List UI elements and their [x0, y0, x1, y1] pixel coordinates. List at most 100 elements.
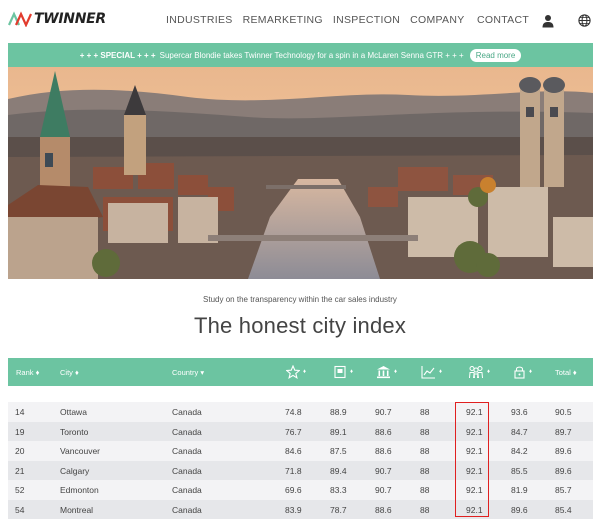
main-nav: INDUSTRIES REMARKETING INSPECTION COMPAN…: [166, 14, 475, 26]
cell-country: Canada: [172, 465, 202, 476]
cell-city: Ottawa: [60, 407, 87, 417]
site-header: TWINNER INDUSTRIES REMARKETING INSPECTIO…: [0, 0, 600, 42]
cell-score: 84.6: [285, 446, 302, 456]
cell-total: 90.5: [555, 407, 572, 417]
book-icon: [334, 365, 346, 379]
cell-score: 85.5: [511, 465, 528, 476]
cell-score: 88: [420, 485, 430, 495]
nav-item-contact[interactable]: CONTACT: [477, 14, 529, 26]
col-header-rank[interactable]: Rank ♦: [16, 368, 39, 377]
table-row[interactable]: 54 Montreal Canada 83.9 78.7 88.6 88 92.…: [8, 499, 593, 519]
lock-icon: [514, 366, 525, 379]
cell-score: 78.7: [330, 504, 347, 515]
logo-mark-icon: [8, 11, 32, 27]
cell-score: 69.6: [285, 485, 302, 495]
cell-city: Edmonton: [60, 485, 99, 495]
nav-item-remarketing[interactable]: REMARKETING: [243, 14, 323, 26]
sort-indicator: ♦: [529, 369, 533, 375]
table-row[interactable]: 52 Edmonton Canada 69.6 83.3 90.7 88 92.…: [8, 480, 593, 500]
announcement-text: Supercar Blondie takes Twinner Technolog…: [159, 50, 464, 60]
cell-rank: 14: [15, 407, 25, 417]
nav-item-company[interactable]: COMPANY: [410, 14, 464, 26]
hero-image: [8, 67, 593, 279]
cell-score: 93.6: [511, 407, 528, 417]
globe-icon[interactable]: [578, 14, 591, 27]
cell-score: 88: [420, 446, 430, 456]
cell-score: 84.2: [511, 446, 528, 456]
cell-rank: 54: [15, 504, 25, 515]
col-header-total[interactable]: Total ♦: [555, 368, 577, 377]
cell-country: Canada: [172, 426, 202, 437]
cell-score: 88: [420, 465, 430, 476]
cell-total: 89.7: [555, 426, 572, 437]
col-header-star[interactable]: ♦: [286, 364, 306, 380]
cell-score: 88: [420, 504, 430, 515]
cell-city: Montreal: [60, 504, 94, 515]
cell-score: 90.7: [375, 407, 392, 417]
section-subtitle: Study on the transparency within the car…: [203, 295, 397, 304]
cell-rank: 52: [15, 485, 25, 495]
cell-score: 90.7: [375, 485, 392, 495]
user-icon[interactable]: [542, 14, 554, 28]
cell-city: Calgary: [60, 465, 90, 476]
cell-score: 84.7: [511, 426, 528, 437]
cell-country: Canada: [172, 407, 202, 417]
col-header-bank[interactable]: ♦: [376, 364, 397, 380]
cell-score: 74.8: [285, 407, 302, 417]
table-row[interactable]: 21 Calgary Canada 71.8 89.4 90.7 88 92.1…: [8, 460, 593, 480]
cell-rank: 19: [15, 426, 25, 437]
cell-rank: 20: [15, 446, 25, 456]
logo[interactable]: TWINNER: [8, 11, 106, 27]
cell-rank: 21: [15, 465, 25, 476]
nav-item-industries[interactable]: INDUSTRIES: [166, 14, 233, 26]
cell-score: 88.6: [375, 446, 392, 456]
col-header-people[interactable]: ♦: [468, 364, 490, 380]
nav-item-inspection[interactable]: INSPECTION: [333, 14, 400, 26]
people-icon: [469, 366, 483, 379]
cell-score: 89.6: [511, 504, 528, 515]
cell-score: 83.9: [285, 504, 302, 515]
table-row[interactable]: 19 Toronto Canada 76.7 89.1 88.6 88 92.1…: [8, 421, 593, 441]
sort-indicator: ♦: [487, 369, 491, 375]
bank-icon: [377, 366, 390, 379]
col-header-lock[interactable]: ♦: [513, 364, 532, 380]
column-highlight-box: [455, 402, 489, 517]
cell-score: 76.7: [285, 426, 302, 437]
sort-indicator: ♦: [303, 369, 307, 375]
cell-city: Vancouver: [60, 446, 101, 456]
col-header-country[interactable]: Country ▾: [172, 368, 204, 377]
table-header: Rank ♦ City ♦ Country ▾ ♦ ♦ ♦ ♦ ♦ ♦ Tota…: [8, 358, 593, 386]
cell-score: 89.1: [330, 426, 347, 437]
col-header-city[interactable]: City ♦: [60, 368, 79, 377]
cell-score: 83.3: [330, 485, 347, 495]
cell-total: 85.4: [555, 504, 572, 515]
table-row[interactable]: 14 Ottawa Canada 74.8 88.9 90.7 88 92.1 …: [8, 402, 593, 422]
cell-score: 88: [420, 407, 430, 417]
col-header-chart[interactable]: ♦: [421, 364, 442, 380]
cell-score: 81.9: [511, 485, 528, 495]
cell-city: Toronto: [60, 426, 89, 437]
logo-text: TWINNER: [34, 11, 106, 27]
cell-total: 89.6: [555, 465, 572, 476]
cell-score: 88: [420, 426, 430, 437]
cell-country: Canada: [172, 446, 202, 456]
sort-indicator: ♦: [350, 369, 354, 375]
col-header-book[interactable]: ♦: [333, 364, 353, 380]
cell-score: 88.6: [375, 426, 392, 437]
announcement-bar: + + + SPECIAL + + + Supercar Blondie tak…: [8, 43, 593, 67]
cell-country: Canada: [172, 504, 202, 515]
page-title: The honest city index: [193, 313, 407, 338]
cell-score: 71.8: [285, 465, 302, 476]
cell-score: 90.7: [375, 465, 392, 476]
announcement-prefix: + + + SPECIAL + + +: [79, 50, 156, 60]
cell-country: Canada: [172, 485, 202, 495]
sort-indicator: ♦: [394, 369, 398, 375]
cell-score: 88.9: [330, 407, 347, 417]
cell-score: 87.5: [330, 446, 347, 456]
cell-total: 85.7: [555, 485, 572, 495]
cell-total: 89.6: [555, 446, 572, 456]
cell-score: 89.4: [330, 465, 347, 476]
sort-indicator: ♦: [439, 369, 443, 375]
table-row[interactable]: 20 Vancouver Canada 84.6 87.5 88.6 88 92…: [8, 441, 593, 461]
read-more-button[interactable]: Read more: [469, 48, 522, 62]
